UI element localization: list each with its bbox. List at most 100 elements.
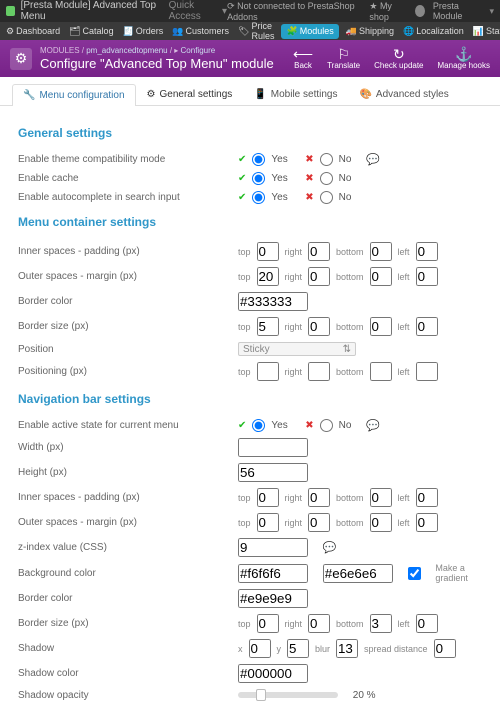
theme-compat-toggle[interactable]: ✔Yes ✖No 💬 — [238, 153, 482, 166]
label: Enable active state for current menu — [18, 420, 238, 431]
nbsize-bottom[interactable] — [370, 614, 392, 633]
breadcrumb-link[interactable]: pm_advancedtopmenu — [86, 46, 167, 55]
tab-advanced-styles[interactable]: 🎨 Advanced styles — [348, 83, 459, 105]
nmar-left[interactable] — [416, 513, 438, 532]
border-color-input[interactable] — [238, 292, 308, 311]
autocomplete-toggle[interactable]: ✔Yes ✖No — [238, 191, 482, 204]
label: Enable autocomplete in search input — [18, 192, 238, 203]
myshop-link[interactable]: ★ My shop — [369, 1, 406, 22]
tab-mobile-settings[interactable]: 📱 Mobile settings — [243, 83, 348, 105]
user-avatar[interactable] — [415, 5, 425, 17]
mar-bottom[interactable] — [370, 267, 392, 286]
label: z-index value (CSS) — [18, 542, 238, 553]
zindex-input[interactable] — [238, 538, 308, 557]
label: Enable theme compatibility mode — [18, 154, 238, 165]
pos-bottom[interactable] — [370, 362, 392, 381]
npad-top[interactable] — [257, 488, 279, 507]
shadow-blur[interactable] — [336, 639, 358, 658]
menu-stats[interactable]: 📊 Stats — [473, 26, 500, 37]
mar-right[interactable] — [308, 267, 330, 286]
quick-access[interactable]: Quick Access — [169, 0, 220, 22]
pad-top[interactable] — [257, 242, 279, 261]
breadcrumb-link[interactable]: Configure — [181, 46, 216, 55]
user-name[interactable]: Presta Module — [433, 1, 482, 21]
section-general: General settings — [18, 126, 482, 140]
active-state-toggle[interactable]: ✔Yes ✖No 💬 — [238, 419, 482, 432]
pad-right[interactable] — [308, 242, 330, 261]
label: Width (px) — [18, 442, 238, 453]
menu-catalog[interactable]: 🗂 Catalog — [69, 26, 113, 37]
help-icon[interactable]: 💬 — [323, 541, 337, 554]
label: Outer spaces - margin (px) — [18, 517, 238, 528]
bg-color-1[interactable] — [238, 564, 308, 583]
label: Border color — [18, 593, 238, 604]
cache-toggle[interactable]: ✔Yes ✖No — [238, 172, 482, 185]
bg-color-2[interactable] — [323, 564, 393, 583]
bsize-top[interactable] — [257, 317, 279, 336]
label: Shadow — [18, 643, 238, 654]
module-header: ⚙ MODULES / pm_advancedtopmenu / ▸ Confi… — [0, 40, 500, 77]
nmar-bottom[interactable] — [370, 513, 392, 532]
label: Inner spaces - padding (px) — [18, 492, 238, 503]
app-title: [Presta Module] Advanced Top Menu — [21, 0, 161, 22]
breadcrumb: MODULES / pm_advancedtopmenu / ▸ Configu… — [40, 46, 274, 55]
tab-menu-config[interactable]: 🔧 Menu configuration — [12, 84, 136, 106]
menu-dashboard[interactable]: ⚙ Dashboard — [6, 26, 60, 37]
translate-button[interactable]: ⚐Translate — [327, 47, 360, 70]
shadow-y[interactable] — [287, 639, 309, 658]
nbsize-left[interactable] — [416, 614, 438, 633]
pad-bottom[interactable] — [370, 242, 392, 261]
menu-shipping[interactable]: 🚚 Shipping — [346, 26, 394, 37]
pos-top[interactable] — [257, 362, 279, 381]
pad-left[interactable] — [416, 242, 438, 261]
bsize-right[interactable] — [308, 317, 330, 336]
label: Outer spaces - margin (px) — [18, 271, 238, 282]
tab-general-settings[interactable]: ⚙ General settings — [136, 83, 244, 105]
addons-link[interactable]: ⟳ Not connected to PrestaShop Addons — [227, 1, 361, 22]
gradient-label: Make a gradient — [435, 563, 482, 583]
gradient-checkbox[interactable] — [408, 567, 421, 580]
npad-bottom[interactable] — [370, 488, 392, 507]
shadow-spread[interactable] — [434, 639, 456, 658]
label: Shadow color — [18, 668, 238, 679]
menu-pricerules[interactable]: 🏷 Price Rules — [238, 21, 274, 41]
mar-left[interactable] — [416, 267, 438, 286]
manage-hooks-button[interactable]: ⚓Manage hooks — [438, 47, 490, 70]
label: Height (px) — [18, 467, 238, 478]
menu-customers[interactable]: 👥 Customers — [172, 26, 229, 37]
page-title: Configure "Advanced Top Menu" module — [40, 56, 274, 71]
nav-border-color[interactable] — [238, 589, 308, 608]
bsize-bottom[interactable] — [370, 317, 392, 336]
shadow-x[interactable] — [249, 639, 271, 658]
menu-localization[interactable]: 🌐 Localization — [403, 26, 464, 37]
pos-right[interactable] — [308, 362, 330, 381]
opacity-slider[interactable] — [238, 692, 338, 698]
label: Enable cache — [18, 173, 238, 184]
label: Background color — [18, 568, 238, 579]
pos-left[interactable] — [416, 362, 438, 381]
app-logo — [6, 6, 15, 16]
menu-orders[interactable]: 🧾 Orders — [123, 26, 164, 37]
back-button[interactable]: ⟵Back — [293, 47, 313, 70]
label: Position — [18, 344, 238, 355]
check-update-button[interactable]: ↻Check update — [374, 47, 423, 70]
nbsize-right[interactable] — [308, 614, 330, 633]
help-icon[interactable]: 💬 — [366, 153, 380, 166]
position-select[interactable]: Sticky⇅ — [238, 342, 356, 356]
mar-top[interactable] — [257, 267, 279, 286]
main-menu: ⚙ Dashboard 🗂 Catalog 🧾 Orders 👥 Custome… — [0, 22, 500, 40]
shadow-color[interactable] — [238, 664, 308, 683]
height-input[interactable] — [238, 463, 308, 482]
nbsize-top[interactable] — [257, 614, 279, 633]
help-icon[interactable]: 💬 — [366, 419, 380, 432]
npad-left[interactable] — [416, 488, 438, 507]
npad-right[interactable] — [308, 488, 330, 507]
bsize-left[interactable] — [416, 317, 438, 336]
opacity-value: 20 % — [353, 690, 376, 701]
width-input[interactable] — [238, 438, 308, 457]
label: Border size (px) — [18, 321, 238, 332]
label: Inner spaces - padding (px) — [18, 246, 238, 257]
nmar-top[interactable] — [257, 513, 279, 532]
nmar-right[interactable] — [308, 513, 330, 532]
menu-modules[interactable]: 🧩 Modules — [281, 24, 338, 39]
